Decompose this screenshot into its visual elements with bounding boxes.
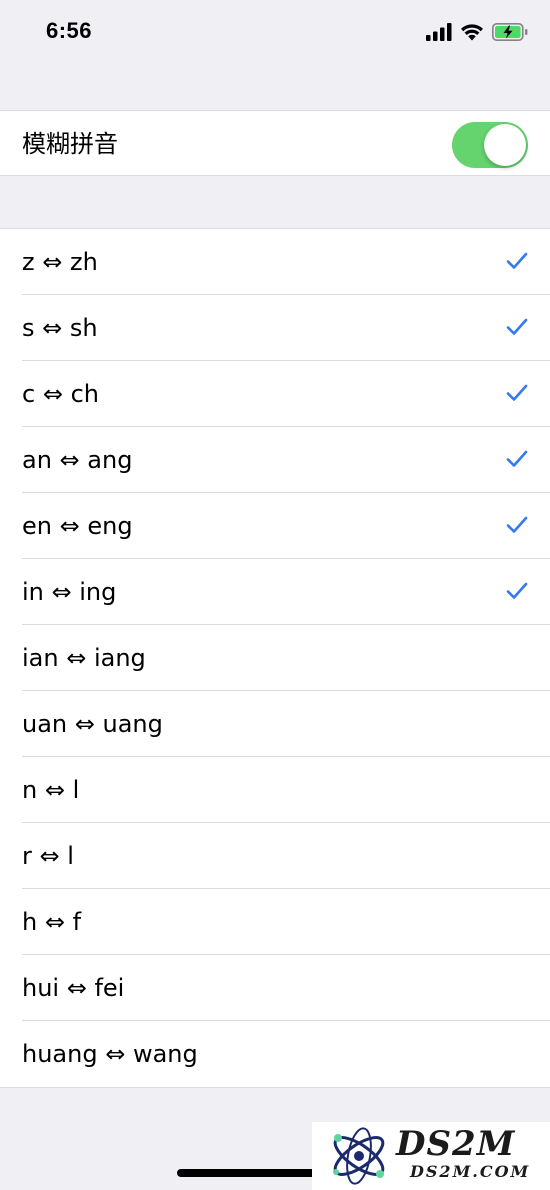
option-label: n ⇔ l [22, 776, 80, 804]
fuzzy-pinyin-toggle[interactable] [452, 122, 528, 168]
watermark-title: DS2M [396, 1124, 516, 1164]
option-row[interactable]: in ⇔ ing [0, 559, 550, 625]
option-label: z ⇔ zh [22, 248, 98, 276]
option-row[interactable]: r ⇔ l [0, 823, 550, 889]
status-time: 6:56 [46, 18, 93, 43]
status-icons [426, 22, 528, 42]
option-row[interactable]: hui ⇔ fei [0, 955, 550, 1021]
watermark: DS2M DS2M.COM [312, 1122, 550, 1190]
atom-logo-icon [333, 1127, 385, 1185]
checkmark-icon [506, 318, 528, 335]
option-label: hui ⇔ fei [22, 974, 125, 1002]
option-label: en ⇔ eng [22, 512, 133, 540]
option-label: uan ⇔ uang [22, 710, 163, 738]
option-label: c ⇔ ch [22, 380, 99, 408]
checkmark-icon [506, 516, 528, 533]
signal-icon [426, 23, 452, 41]
option-row[interactable]: s ⇔ sh [0, 295, 550, 361]
toggle-knob [484, 124, 526, 166]
option-row[interactable]: z ⇔ zh [0, 229, 550, 295]
checkmark-icon [506, 450, 528, 467]
option-row[interactable]: huang ⇔ wang [0, 1021, 550, 1087]
option-row[interactable]: en ⇔ eng [0, 493, 550, 559]
status-bar: 6:56 [0, 0, 550, 70]
option-label: s ⇔ sh [22, 314, 98, 342]
option-label: huang ⇔ wang [22, 1040, 198, 1068]
wifi-icon [461, 24, 483, 41]
fuzzy-pinyin-row: 模糊拼音 [0, 110, 550, 176]
checkmark-icon [506, 384, 528, 401]
checkmark-icon [506, 582, 528, 599]
option-row[interactable]: h ⇔ f [0, 889, 550, 955]
fuzzy-pinyin-label: 模糊拼音 [22, 130, 118, 158]
option-row[interactable]: an ⇔ ang [0, 427, 550, 493]
option-label: r ⇔ l [22, 842, 74, 870]
option-label: ian ⇔ iang [22, 644, 146, 672]
checkmark-icon [506, 252, 528, 269]
option-row[interactable]: c ⇔ ch [0, 361, 550, 427]
option-row[interactable]: ian ⇔ iang [0, 625, 550, 691]
watermark-url: DS2M.COM [410, 1162, 531, 1181]
option-row[interactable]: n ⇔ l [0, 757, 550, 823]
option-label: h ⇔ f [22, 908, 82, 936]
option-label: an ⇔ ang [22, 446, 133, 474]
option-label: in ⇔ ing [22, 578, 117, 606]
fuzzy-options-list: z ⇔ zh s ⇔ sh c ⇔ ch an ⇔ ang en ⇔ eng i… [0, 228, 550, 1088]
battery-charging-icon [492, 23, 528, 41]
option-row[interactable]: uan ⇔ uang [0, 691, 550, 757]
